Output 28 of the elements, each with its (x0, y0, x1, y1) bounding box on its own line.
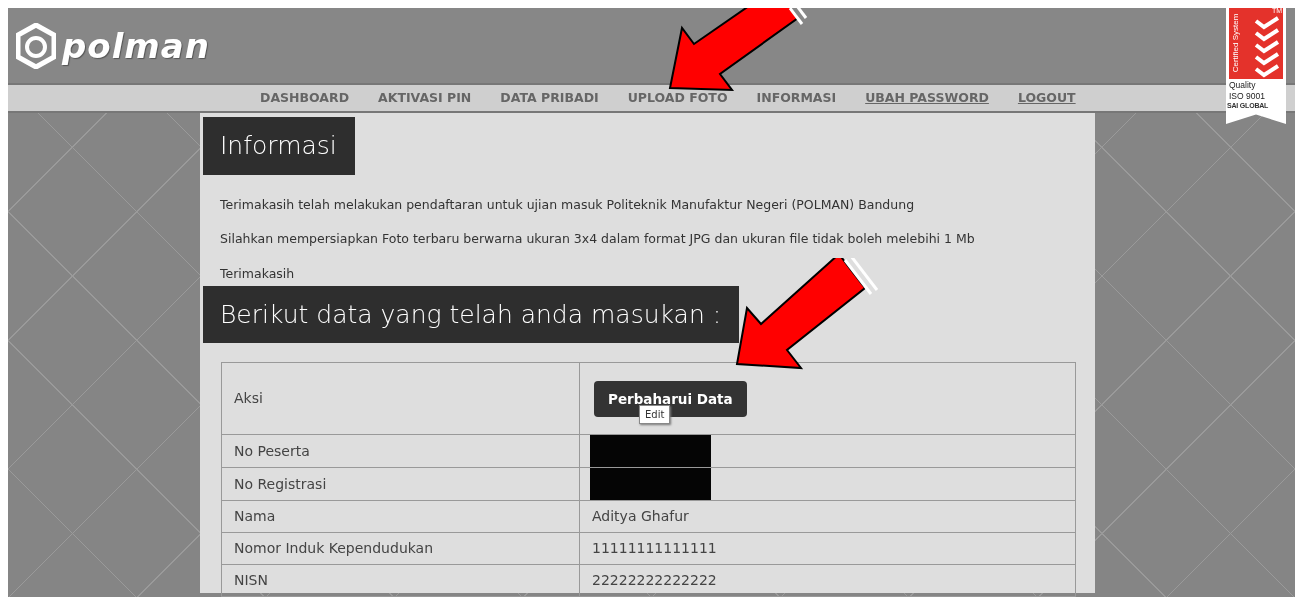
nav-link[interactable]: AKTIVASI PIN (378, 88, 472, 108)
badge-vertical-text: Certified System (1230, 13, 1242, 73)
logo-text: polman (62, 28, 210, 63)
badge-text: ISO 9001 (1229, 91, 1266, 101)
table-cell: No Registrasi (221, 467, 580, 501)
table-cell: Aksi (221, 362, 580, 435)
nav-link[interactable]: LOGOUT (1017, 88, 1076, 108)
info-paragraph: Silahkan mempersiapkan Foto terbaru berwarna ukuran 3x4 dalam format JPG dan ukuran file tidak boleh melebihi 1 Mb (220, 230, 976, 249)
table-cell: Nama (221, 500, 580, 533)
nav-link[interactable]: INFORMASI (756, 88, 837, 108)
table-cell: Aditya Ghafur (579, 500, 1076, 533)
table-cell: 11111111111111 (579, 532, 1076, 565)
info-paragraph: Terimakasih telah melakukan pendaftaran untuk ujian masuk Politeknik Manufaktur Negeri (POLMAN) Bandung (220, 195, 916, 214)
table-cell: 22222222222222 (579, 564, 1076, 597)
table-cell: Nomor Induk Kependudukan (221, 532, 580, 565)
checkmarks-icon (1254, 16, 1280, 78)
section-heading: Berikut data yang telah anda masukan : (203, 285, 740, 344)
table-cell: No Peserta (221, 434, 580, 468)
info-paragraph: Terimakasih (220, 265, 296, 283)
section-heading: Informasi (203, 117, 355, 175)
nav-link[interactable]: DATA PRIBADI (500, 88, 599, 108)
badge-text: Quality (1229, 81, 1257, 90)
logo-icon (16, 22, 56, 69)
table-cell: NISN (221, 564, 580, 597)
nav-link[interactable]: UBAH PASSWORD (865, 88, 989, 108)
nav-link[interactable]: DASHBOARD (260, 88, 349, 108)
tooltip: Edit (639, 405, 671, 425)
nav-link[interactable]: UPLOAD FOTO (627, 88, 728, 108)
